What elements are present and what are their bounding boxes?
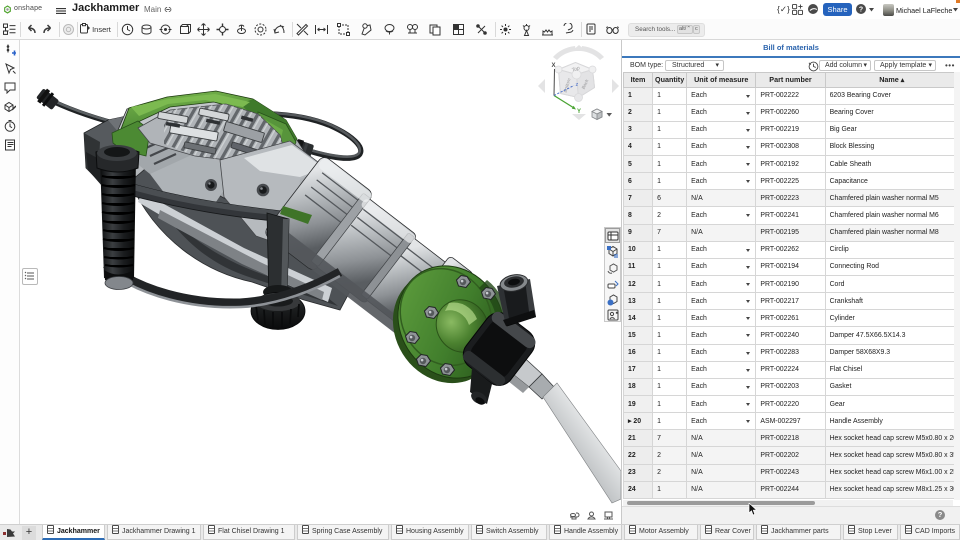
- svg-text:?: ?: [859, 7, 863, 14]
- svg-text:z: z: [576, 82, 579, 88]
- svg-text:X: X: [552, 63, 556, 69]
- svg-text:Y: Y: [577, 109, 581, 115]
